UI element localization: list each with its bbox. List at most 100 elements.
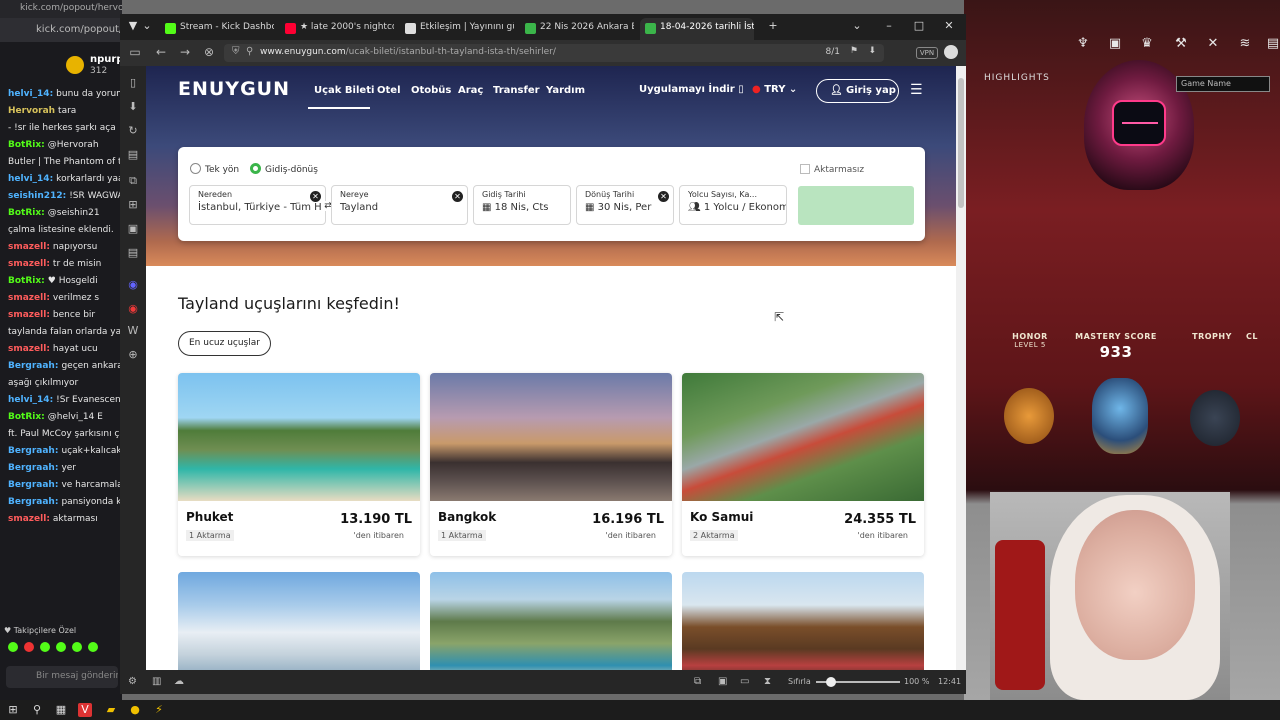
emote-icon[interactable]: [40, 642, 50, 652]
chat-username[interactable]: smazell:: [8, 259, 50, 269]
panel-toggle-icon[interactable]: ▥: [152, 676, 161, 688]
origin-field[interactable]: Nereden İstanbul, Türkiye - Tüm Ha ✕: [189, 185, 326, 225]
chat-username[interactable]: seishin212:: [8, 191, 66, 201]
emote-icon[interactable]: [72, 642, 82, 652]
add-panel-icon[interactable]: ⊕: [126, 348, 140, 362]
destination-field[interactable]: Nereye Tayland ✕: [331, 185, 468, 225]
reading-list-icon[interactable]: ▤: [126, 148, 140, 162]
browser-tab[interactable]: 22 Nis 2026 Ankara Berlin: [520, 18, 634, 40]
reload-button[interactable]: ⊗: [202, 45, 216, 59]
nav-item-0[interactable]: Uçak Bileti: [314, 85, 374, 96]
history-panel-icon[interactable]: ↻: [126, 124, 140, 138]
browser-tab[interactable]: Stream - Kick Dashboard: [160, 18, 274, 40]
new-tab-button[interactable]: +: [766, 19, 780, 33]
task-view-icon[interactable]: ▦: [54, 703, 68, 717]
vivaldi-icon[interactable]: ◉: [126, 302, 140, 316]
chat-username[interactable]: BotRix:: [8, 412, 45, 422]
tab-list-icon[interactable]: ⌄: [140, 19, 154, 33]
chat-username[interactable]: smazell:: [8, 514, 50, 524]
zoom-slider-thumb[interactable]: [826, 677, 836, 687]
one-way-radio[interactable]: Tek yön: [190, 163, 239, 175]
bookmark-icon[interactable]: ⚑: [850, 46, 858, 56]
destination-card-bangkok[interactable]: Bangkok 1 Aktarma 16.196 TL 'den itibare…: [430, 373, 672, 556]
hamburger-menu-icon[interactable]: ☰: [910, 82, 923, 98]
search-flights-button[interactable]: [798, 186, 914, 225]
destination-card-chiang-rai[interactable]: [178, 572, 420, 670]
notes-panel-icon[interactable]: ⊞: [126, 198, 140, 212]
nav-item-2[interactable]: Otobüs: [411, 85, 451, 96]
mail-panel-icon[interactable]: ▤: [126, 246, 140, 260]
chat-username[interactable]: helvi_14:: [8, 89, 53, 99]
page-scrollbar[interactable]: [956, 66, 966, 670]
bookmarks-panel-icon[interactable]: ▯: [126, 76, 140, 90]
app-taskbar-icon[interactable]: ⚡: [152, 703, 166, 717]
browser-tab[interactable]: ★ late 2000's nightcore pla: [280, 18, 394, 40]
destination-card-chiang-mai[interactable]: [682, 572, 924, 670]
chat-username[interactable]: smazell:: [8, 344, 50, 354]
cloud-icon[interactable]: ☁: [174, 676, 184, 688]
image-toggle-icon[interactable]: ▣: [718, 676, 727, 688]
emote-icon[interactable]: [88, 642, 98, 652]
game-name-input[interactable]: Game Name: [1176, 76, 1270, 92]
enuygun-logo[interactable]: ENUYGUN: [178, 78, 290, 100]
chat-username[interactable]: smazell:: [8, 293, 50, 303]
close-window-button[interactable]: ✕: [942, 19, 956, 33]
currency-selector[interactable]: ● TRY ⌄: [752, 84, 797, 95]
destination-card-krabi[interactable]: [430, 572, 672, 670]
page-actions-icon[interactable]: ⧗: [764, 676, 771, 688]
back-button[interactable]: ←: [154, 45, 168, 59]
return-date-field[interactable]: Dönüş Tarihi ▦ 30 Nis, Per ✕: [576, 185, 674, 225]
chat-username[interactable]: helvi_14:: [8, 174, 53, 184]
minimize-button[interactable]: –: [882, 19, 896, 33]
emote-row[interactable]: [8, 642, 118, 656]
round-trip-radio[interactable]: Gidiş-dönüş: [250, 163, 318, 175]
login-button[interactable]: 👤︎ Giriş yap: [816, 79, 899, 103]
cheapest-flights-chip[interactable]: En ucuz uçuşlar: [178, 331, 271, 356]
capture-icon[interactable]: ⧉: [694, 676, 701, 688]
profile-avatar-icon[interactable]: [944, 45, 958, 59]
chat-username[interactable]: helvi_14:: [8, 395, 53, 405]
depart-date-field[interactable]: Gidiş Tarihi ▦ 18 Nis, Cts: [473, 185, 571, 225]
chat-username[interactable]: Bergraah:: [8, 361, 58, 371]
browser-menu-icon[interactable]: ▼: [126, 19, 140, 33]
emote-icon[interactable]: [8, 642, 18, 652]
clear-destination-icon[interactable]: ✕: [452, 191, 463, 202]
chat-username[interactable]: Hervorah: [8, 106, 55, 116]
chat-username[interactable]: Bergraah:: [8, 446, 58, 456]
forward-button[interactable]: →: [178, 45, 192, 59]
vivaldi-taskbar-icon[interactable]: V: [78, 703, 92, 717]
browser-tab[interactable]: 18-04-2026 tarihli İstanbul: [640, 18, 754, 40]
browser-tab[interactable]: Etkileşim | Yayınını güçlendi: [400, 18, 514, 40]
wikipedia-icon[interactable]: W: [126, 324, 140, 338]
nav-item-4[interactable]: Transfer: [493, 85, 540, 96]
tab-search-icon[interactable]: ⌄: [850, 19, 864, 33]
emote-icon[interactable]: [56, 642, 66, 652]
destination-card-phuket[interactable]: Phuket 1 Aktarma 13.190 TL 'den itibaren: [178, 373, 420, 556]
clear-origin-icon[interactable]: ✕: [310, 191, 321, 202]
search-icon[interactable]: ⚲: [30, 703, 44, 717]
chat-username[interactable]: BotRix:: [8, 208, 45, 218]
scrollbar-thumb[interactable]: [958, 78, 964, 208]
translate-icon[interactable]: ⧉: [126, 174, 140, 188]
nav-item-3[interactable]: Araç: [458, 85, 483, 96]
nav-item-1[interactable]: Otel: [377, 85, 401, 96]
vpn-button[interactable]: VPN: [916, 47, 938, 59]
chat-username[interactable]: Bergraah:: [8, 480, 58, 490]
mastodon-icon[interactable]: ◉: [126, 278, 140, 292]
maximize-button[interactable]: □: [912, 19, 926, 33]
sync-icon[interactable]: ⚙: [128, 676, 137, 688]
chat-username[interactable]: Bergraah:: [8, 463, 58, 473]
zoom-reset-button[interactable]: Sıfırla: [788, 676, 811, 688]
chat-username[interactable]: smazell:: [8, 242, 50, 252]
sidebar-toggle-icon[interactable]: ▭: [128, 45, 142, 59]
chat-username[interactable]: BotRix:: [8, 276, 45, 286]
clear-return-icon[interactable]: ✕: [658, 191, 669, 202]
chat-username[interactable]: smazell:: [8, 310, 50, 320]
app-download-link[interactable]: Uygulamayı İndir ▯: [639, 84, 744, 95]
chat-username[interactable]: BotRix:: [8, 140, 45, 150]
tiling-icon[interactable]: ▭: [740, 676, 749, 688]
downloads-icon[interactable]: ⬇: [868, 46, 876, 56]
chat-username[interactable]: Bergraah:: [8, 497, 58, 507]
url-input[interactable]: ⛨ ⚲ www.enuygun.com/ucak-bileti/istanbul…: [224, 44, 884, 62]
nonstop-checkbox[interactable]: Aktarmasız: [800, 164, 864, 175]
